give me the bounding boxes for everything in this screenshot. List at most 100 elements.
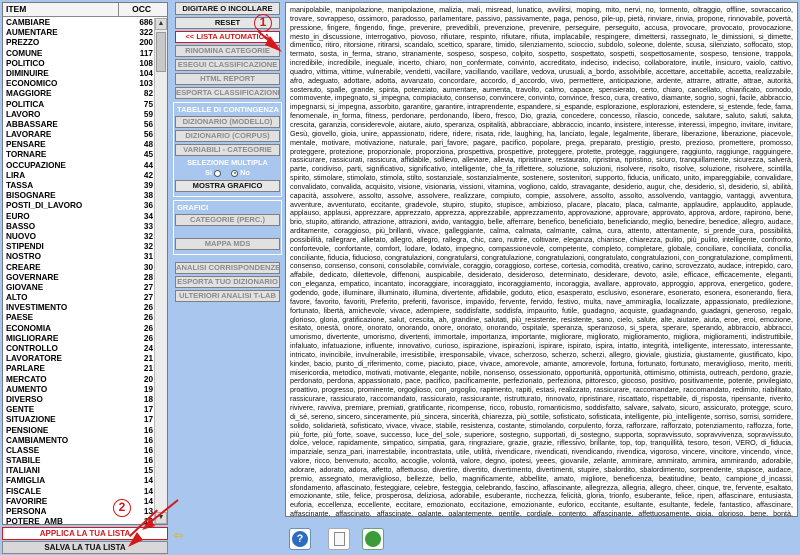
item-count: 28	[143, 272, 153, 282]
list-item[interactable]: FISCALE 14	[3, 487, 155, 497]
list-item[interactable]: OCCUPAZIONE 44	[3, 161, 155, 171]
item-count: 75	[143, 99, 153, 109]
network-icon[interactable]	[362, 528, 384, 550]
export-dictionary-button[interactable]: ESPORTA TUO DIZIONARIO	[175, 276, 280, 288]
list-item[interactable]: POSTI_DI_LAVORO 36	[3, 201, 155, 211]
list-item[interactable]: ECONOMIA 26	[3, 324, 155, 334]
list-item[interactable]: DIMINUIRE 104	[3, 69, 155, 79]
list-item[interactable]: AUMENTO 19	[3, 385, 155, 395]
list-item[interactable]: LAVORATORE 21	[3, 354, 155, 364]
scroll-thumb[interactable]	[156, 32, 166, 72]
list-item[interactable]: ITALIANI 15	[3, 466, 155, 476]
mds-map-button[interactable]: MAPPA MDS	[175, 238, 280, 250]
list-item[interactable]: GENTE 17	[3, 405, 155, 415]
list-item[interactable]: STIPENDI 32	[3, 242, 155, 252]
item-list[interactable]: CAMBIARE 686 AUMENTARE 322 PREZZO 200 COMUNE 11…	[3, 18, 155, 524]
item-count: 103	[139, 79, 153, 89]
text-content-area[interactable]: manipolabile, manipolazione, manipolazio…	[285, 2, 798, 517]
list-item[interactable]: FAMIGLIA 14	[3, 476, 155, 486]
list-item[interactable]: TORNARE 45	[3, 150, 155, 160]
item-count: 19	[143, 384, 153, 394]
list-item[interactable]: LAVORO 59	[3, 110, 155, 120]
rename-categories-button[interactable]: RINOMINA CATEGORIE	[175, 45, 280, 57]
item-word: PERSONA	[6, 507, 47, 516]
list-item[interactable]: BISOGNARE 38	[3, 191, 155, 201]
import-text-button[interactable]: DIGITARE O INCOLLARE	[175, 2, 280, 15]
list-item[interactable]: NOSTRO 31	[3, 252, 155, 262]
scroll-up-arrow-icon[interactable]: ▲	[155, 18, 167, 30]
list-item[interactable]: MERCATO 20	[3, 375, 155, 385]
help-icon[interactable]: ?	[289, 528, 311, 550]
list-item[interactable]: ABBASSARE 56	[3, 120, 155, 130]
list-item[interactable]: POLITICO 108	[3, 59, 155, 69]
auto-list-button[interactable]: << LISTA AUTOMATICA	[175, 31, 280, 43]
list-item[interactable]: POLITICA 75	[3, 100, 155, 110]
list-item[interactable]: LAVORARE 56	[3, 130, 155, 140]
run-classification-button[interactable]: ESEGUI CLASSIFICAZIONE	[175, 59, 280, 71]
save-list-button[interactable]: SALVA LA TUA LISTA	[2, 541, 168, 554]
variables-categories-button[interactable]: VARIABILI - CATEGORIE	[175, 144, 280, 156]
item-word: POLITICO	[6, 58, 45, 68]
list-scrollbar[interactable]: ▲ ▼	[154, 18, 167, 524]
list-item[interactable]: GOVERNARE 28	[3, 273, 155, 283]
dictionary-corpus-button[interactable]: DIZIONARIO (CORPUS)	[175, 130, 280, 142]
list-item[interactable]: PENSIONE 16	[3, 426, 155, 436]
list-header: ITEM OCC	[3, 3, 167, 17]
list-item[interactable]: MAGGIORE 82	[3, 89, 155, 99]
list-item[interactable]: EURO 34	[3, 212, 155, 222]
item-count: 27	[143, 293, 153, 303]
list-item[interactable]: STABILE 16	[3, 456, 155, 466]
list-item[interactable]: NUOVO 32	[3, 232, 155, 242]
list-item[interactable]: PREZZO 200	[3, 38, 155, 48]
list-item[interactable]: CONTROLLO 24	[3, 344, 155, 354]
radio-yes-circle[interactable]	[214, 169, 222, 177]
document-icon[interactable]	[328, 528, 350, 550]
further-analysis-button[interactable]: ULTERIORI ANALISI T-LAB	[175, 290, 280, 302]
list-item[interactable]: PARLARE 21	[3, 364, 155, 374]
radio-no-circle[interactable]	[231, 169, 239, 177]
list-item[interactable]: LIRA 42	[3, 171, 155, 181]
column-header-item[interactable]: ITEM	[3, 3, 119, 16]
item-word: LIRA	[6, 170, 26, 180]
item-word: FISCALE	[6, 486, 42, 496]
list-item[interactable]: CAMBIARE 686	[3, 18, 155, 28]
list-item[interactable]: SITUAZIONE 17	[3, 415, 155, 425]
list-item[interactable]: CLASSE 16	[3, 446, 155, 456]
correspondence-analysis-button[interactable]: ANALISI CORRISPONDENZE	[175, 262, 280, 274]
scroll-down-arrow-icon[interactable]: ▼	[155, 512, 167, 524]
apply-list-button[interactable]: APPLICA LA TUA LISTA	[2, 527, 168, 540]
radio-yes[interactable]: Si	[205, 168, 222, 177]
html-report-button[interactable]: HTML REPORT	[175, 73, 280, 85]
list-item[interactable]: BASSO 33	[3, 222, 155, 232]
list-item[interactable]: ALTO 27	[3, 293, 155, 303]
item-count: 33	[143, 221, 153, 231]
item-count: 26	[143, 303, 153, 313]
show-chart-button[interactable]: MOSTRA GRAFICO	[175, 180, 280, 192]
item-word: ECONOMIA	[6, 323, 52, 333]
item-count: 56	[143, 119, 153, 129]
dictionary-model-button[interactable]: DIZIONARIO (MODELLO)	[175, 116, 280, 128]
categories-percent-button[interactable]: CATEGORIE (PERC.)	[175, 214, 280, 226]
column-header-occ[interactable]: OCC	[119, 3, 155, 16]
list-item[interactable]: TASSA 39	[3, 181, 155, 191]
list-item[interactable]: PENSARE 48	[3, 140, 155, 150]
item-word: COMUNE	[6, 48, 43, 58]
graphs-title: GRAFICI	[177, 203, 209, 212]
item-word: TORNARE	[6, 150, 47, 160]
list-item[interactable]: GIOVANE 27	[3, 283, 155, 293]
list-item[interactable]: PAESE 26	[3, 313, 155, 323]
list-item[interactable]: AUMENTARE 322	[3, 28, 155, 38]
list-item[interactable]: CAMBIAMENTO 16	[3, 436, 155, 446]
list-item[interactable]: COMUNE 117	[3, 49, 155, 59]
export-classification-button[interactable]: ESPORTA CLASSIFICAZIONE	[175, 87, 280, 99]
radio-no[interactable]: No	[231, 168, 250, 177]
list-item[interactable]: CREARE 30	[3, 263, 155, 273]
list-item[interactable]: INVESTIMENTO 26	[3, 303, 155, 313]
list-item[interactable]: ECONOMICO 103	[3, 79, 155, 89]
item-word: MERCATO	[6, 374, 47, 384]
list-item[interactable]: PERSONA 13	[3, 507, 155, 517]
list-item[interactable]: MIGLIORARE 26	[3, 334, 155, 344]
list-item[interactable]: DIVERSO 18	[3, 395, 155, 405]
list-item[interactable]: FAVORIRE 14	[3, 497, 155, 507]
list-item[interactable]: POTERE_AMB 13	[3, 517, 155, 524]
